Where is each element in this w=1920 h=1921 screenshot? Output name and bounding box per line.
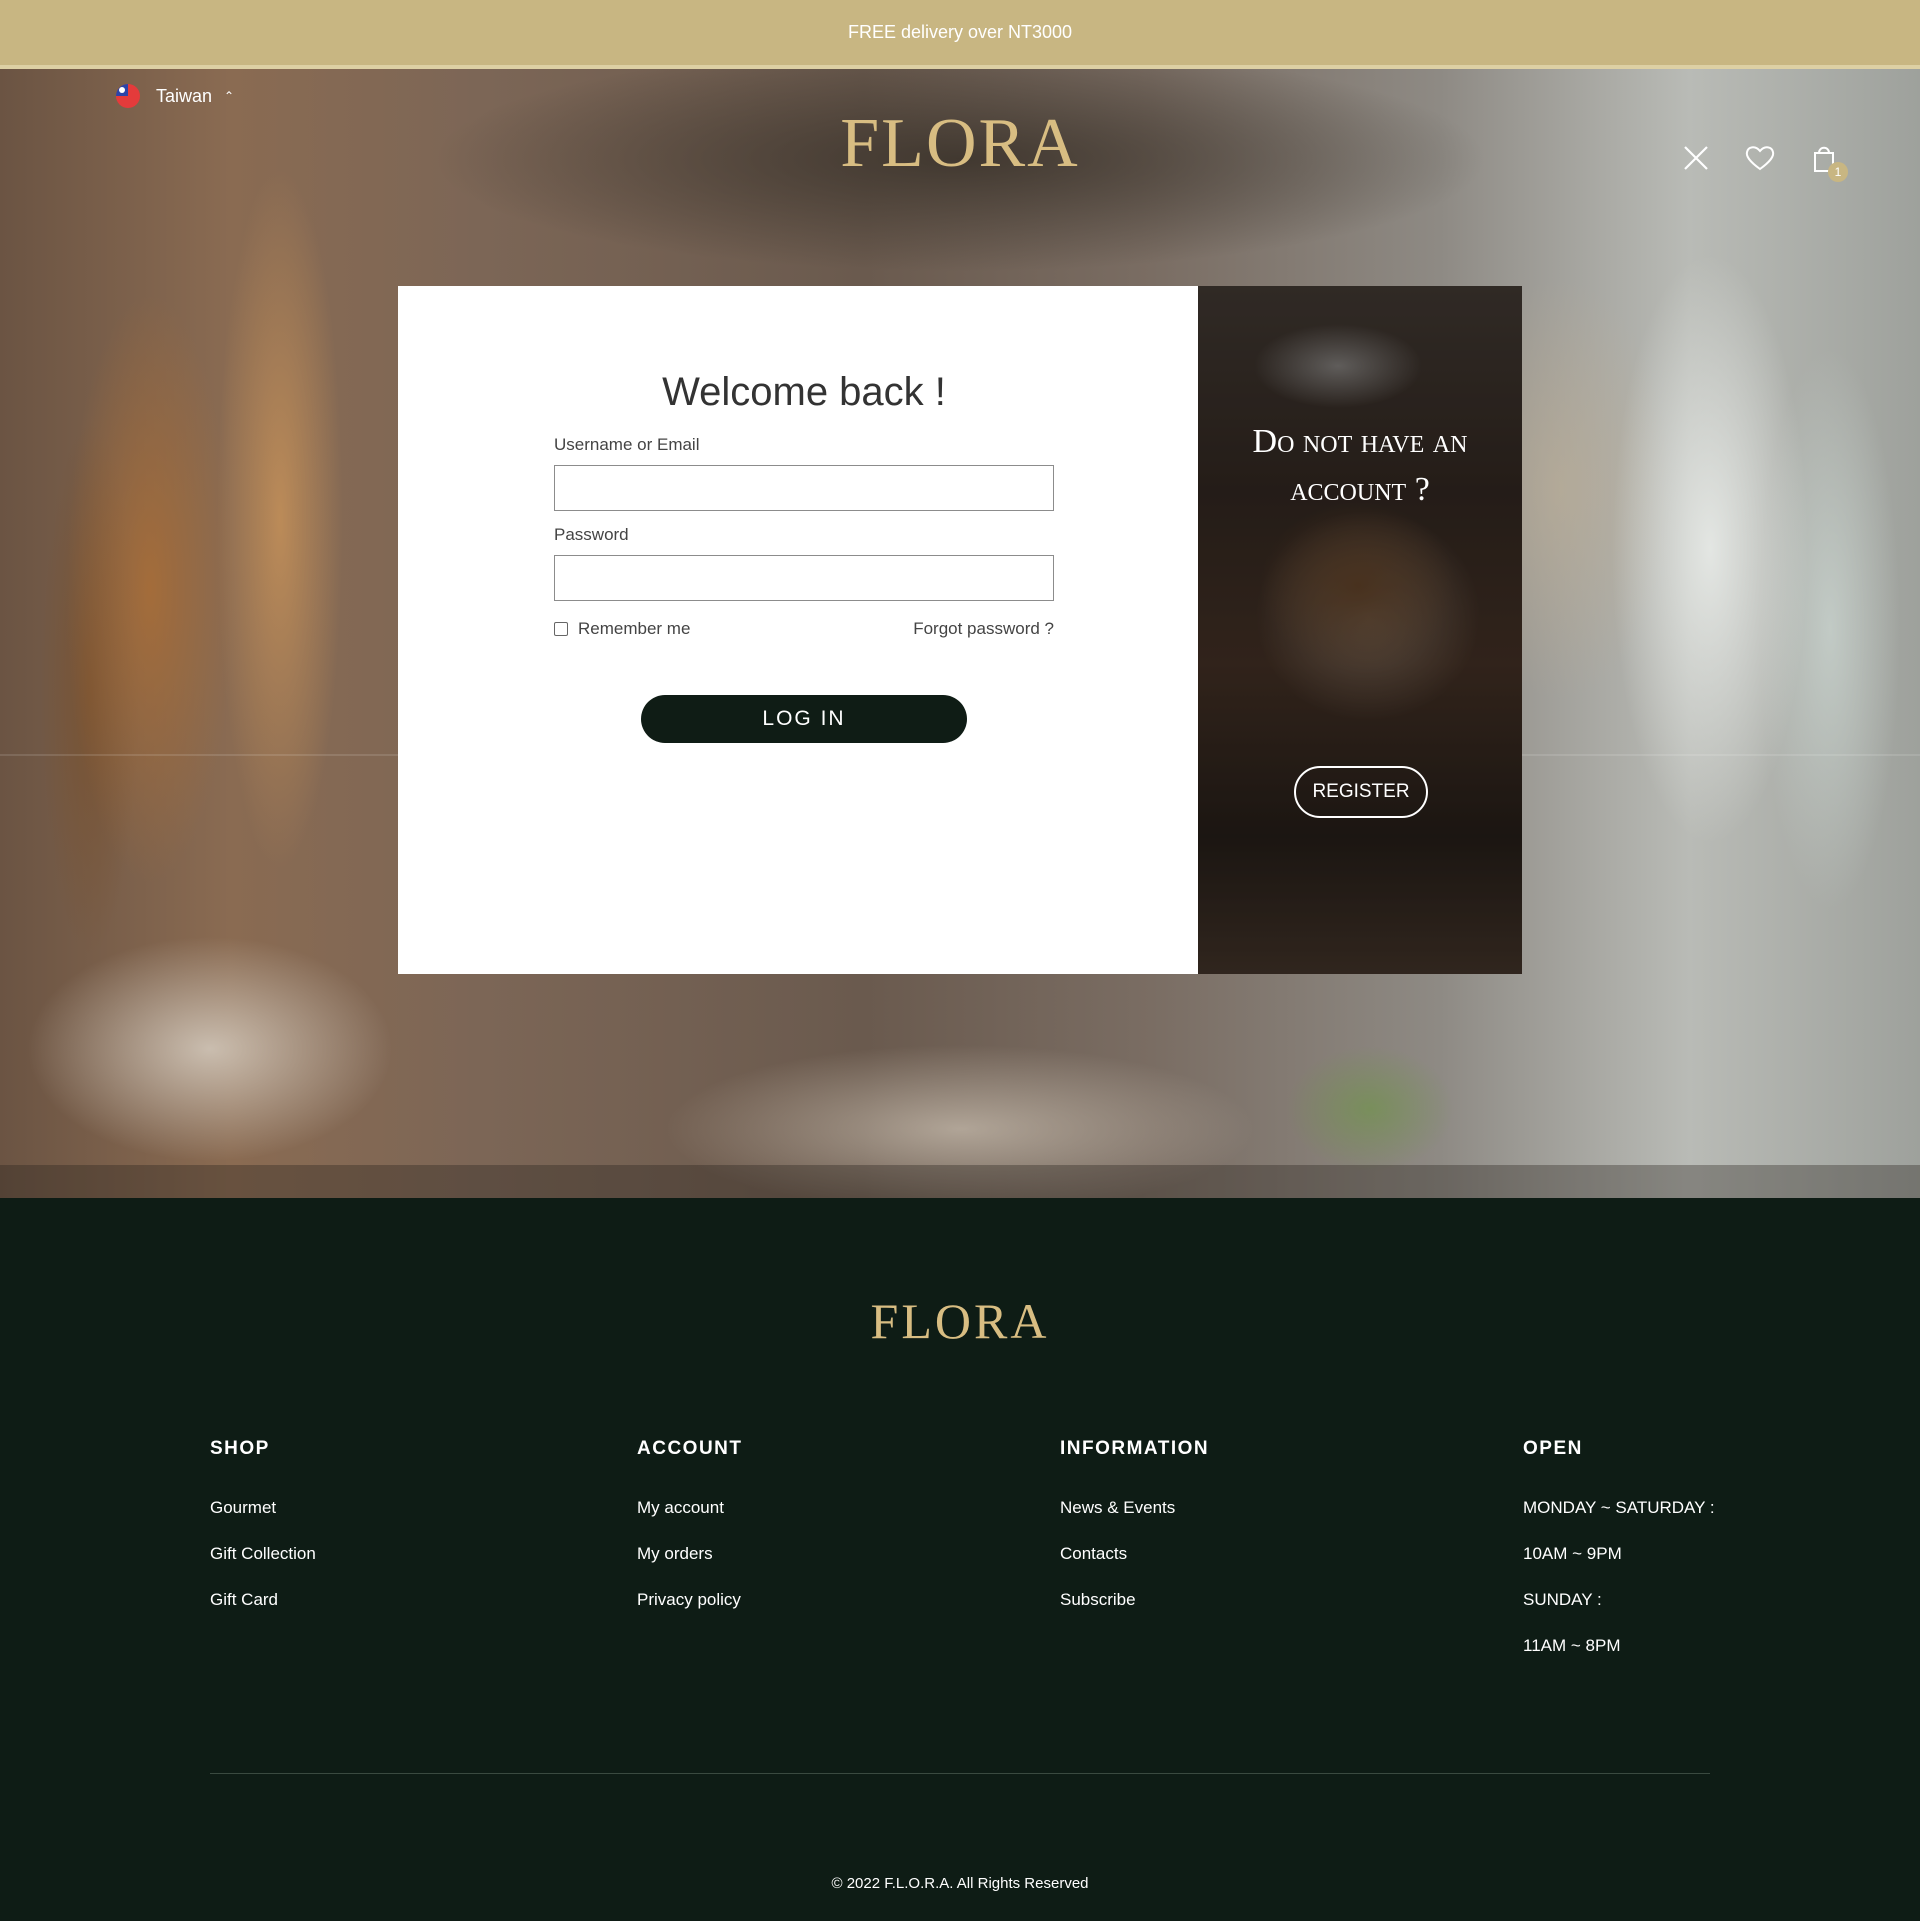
register-panel: Do not have an account ? REGISTER <box>1198 286 1522 974</box>
password-label: Password <box>554 525 629 544</box>
login-title: Welcome back ! <box>662 370 946 414</box>
footer-column-information: INFORMATION News & Events Contacts Subsc… <box>1060 1438 1209 1636</box>
login-options-row: Remember me Forgot password ? <box>554 619 1054 639</box>
footer-column-account: ACCOUNT My account My orders Privacy pol… <box>637 1438 743 1636</box>
footer-link-my-orders[interactable]: My orders <box>637 1544 743 1564</box>
remember-me-label: Remember me <box>578 619 691 638</box>
footer-column-title: SHOP <box>210 1438 270 1459</box>
footer-link-contacts[interactable]: Contacts <box>1060 1544 1209 1564</box>
cart-count-badge: 1 <box>1828 162 1848 182</box>
site-logo[interactable]: FLORA <box>0 104 1920 184</box>
hours-weekday-label: MONDAY ~ SATURDAY : <box>1523 1498 1715 1517</box>
chevron-up-icon: ⌃ <box>224 89 235 103</box>
coffee-background-image <box>1198 286 1522 974</box>
footer-column-title: ACCOUNT <box>637 1438 743 1459</box>
footer-link-gift-card[interactable]: Gift Card <box>210 1590 316 1610</box>
announcement-bar: FREE delivery over NT3000 <box>0 0 1920 69</box>
footer-divider <box>210 1773 1710 1774</box>
hours-sunday-label: SUNDAY : <box>1523 1590 1602 1609</box>
login-modal: Welcome back ! Username or Email Passwor… <box>398 286 1522 974</box>
copyright-text: © 2022 F.L.O.R.A. All Rights Reserved <box>831 1875 1089 1892</box>
footer-link-gift-collection[interactable]: Gift Collection <box>210 1544 316 1564</box>
footer-link-gourmet[interactable]: Gourmet <box>210 1498 316 1518</box>
footer-column-shop: SHOP Gourmet Gift Collection Gift Card <box>210 1438 316 1636</box>
hours-sunday-time: 11AM ~ 8PM <box>1523 1636 1621 1655</box>
username-label: Username or Email <box>554 435 700 454</box>
username-input[interactable] <box>554 465 1054 511</box>
wishlist-heart-icon[interactable] <box>1742 140 1778 176</box>
forgot-password-link[interactable]: Forgot password ? <box>913 619 1054 639</box>
register-panel-title: Do not have an account ? <box>1252 423 1468 508</box>
footer-column-title: OPEN <box>1523 1438 1583 1459</box>
login-form: Welcome back ! Username or Email Passwor… <box>554 370 1054 743</box>
footer-column-open-hours: OPEN MONDAY ~ SATURDAY : 10AM ~ 9PM SUND… <box>1523 1438 1715 1682</box>
footer-link-privacy-policy[interactable]: Privacy policy <box>637 1590 743 1610</box>
footer-logo[interactable]: FLORA <box>0 1292 1920 1350</box>
register-button[interactable]: REGISTER <box>1294 766 1428 818</box>
footer-column-title: INFORMATION <box>1060 1438 1210 1459</box>
header-actions: 1 <box>1678 140 1848 182</box>
remember-me-checkbox[interactable] <box>554 622 568 636</box>
footer-link-subscribe[interactable]: Subscribe <box>1060 1590 1209 1610</box>
announcement-text: FREE delivery over NT3000 <box>847 22 1073 42</box>
footer-link-my-account[interactable]: My account <box>637 1498 743 1518</box>
footer-link-news-events[interactable]: News & Events <box>1060 1498 1209 1518</box>
login-button[interactable]: LOG IN <box>641 695 967 743</box>
remember-me[interactable]: Remember me <box>554 619 690 639</box>
close-icon[interactable] <box>1678 140 1714 176</box>
login-form-panel: Welcome back ! Username or Email Passwor… <box>398 286 1198 974</box>
hours-weekday-time: 10AM ~ 9PM <box>1523 1544 1622 1563</box>
shopping-bag-icon[interactable]: 1 <box>1806 140 1848 182</box>
password-input[interactable] <box>554 555 1054 601</box>
site-footer: FLORA SHOP Gourmet Gift Collection Gift … <box>0 1198 1920 1921</box>
